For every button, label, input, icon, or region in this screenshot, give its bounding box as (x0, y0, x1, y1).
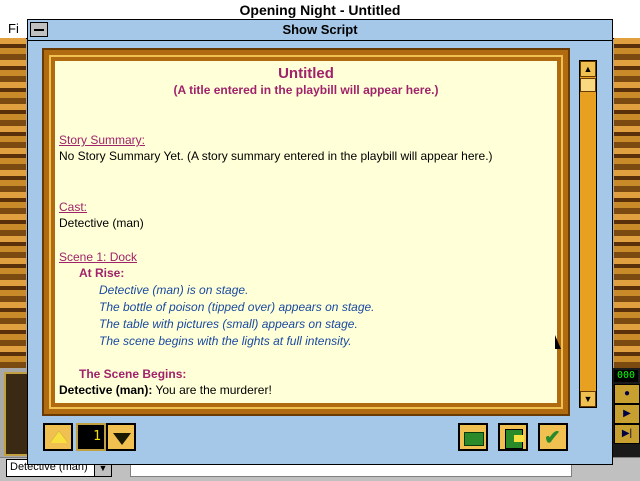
app-title: Opening Night - Untitled (239, 2, 401, 18)
floppy-disk-icon (505, 429, 524, 449)
dialogue-character: Detective (man): (59, 383, 153, 397)
dialog-title: Show Script (282, 22, 358, 37)
stage-direction: The table with pictures (small) appears … (99, 317, 358, 331)
dialog-title-bar: Show Script (28, 20, 612, 41)
dialogue-text: You are the murderer! (155, 383, 272, 397)
mouse-cursor (555, 335, 561, 349)
script-title: Untitled (278, 65, 334, 82)
open-button[interactable] (458, 423, 488, 451)
stage-direction: Detective (man) is on stage. (99, 283, 249, 297)
script-frame: Untitled (A title entered in the playbil… (44, 50, 568, 414)
folder-icon (464, 432, 484, 446)
scroll-thumb[interactable] (580, 78, 596, 92)
summary-heading: Story Summary: (59, 133, 146, 147)
record-button[interactable]: ● (614, 384, 640, 404)
stage-direction: The bottle of poison (tipped over) appea… (99, 300, 375, 314)
triangle-down-icon (113, 433, 131, 445)
menu-file[interactable]: Fi (8, 21, 19, 36)
stage-curtain-left (0, 38, 26, 368)
previous-page-button[interactable] (43, 423, 73, 451)
skip-end-button[interactable]: ▶| (614, 424, 640, 444)
stage-direction: The scene begins with the lights at full… (99, 334, 352, 348)
scene-heading: Scene 1: Dock (59, 250, 138, 264)
summary-text: No Story Summary Yet. (A story summary e… (59, 149, 493, 163)
stage-curtain-right (614, 38, 640, 368)
script-subtitle: (A title entered in the playbill will ap… (173, 83, 439, 97)
cast-heading: Cast: (59, 200, 88, 214)
checkmark-icon: ✔ (544, 427, 561, 449)
dialog-button-bar: 1 ✔ (28, 418, 612, 458)
play-button[interactable]: ▶ (614, 404, 640, 424)
at-rise-heading: At Rise: (79, 266, 125, 280)
app-title-bar: Opening Night - Untitled (0, 0, 640, 21)
save-button[interactable] (498, 423, 528, 451)
scroll-down-button[interactable]: ▼ (580, 391, 596, 407)
playback-counter: 000 (614, 370, 638, 382)
vertical-scrollbar[interactable]: ▲ ▼ (579, 60, 597, 408)
scroll-up-button[interactable]: ▲ (580, 61, 596, 77)
cast-member: Detective (man) (59, 216, 144, 230)
ok-button[interactable]: ✔ (538, 423, 568, 451)
script-paper: Untitled (A title entered in the playbil… (55, 61, 557, 403)
page-counter: 1 (76, 423, 106, 451)
scene-begins-heading: The Scene Begins: (79, 367, 187, 381)
triangle-up-icon (50, 431, 68, 443)
show-script-dialog: Show Script Untitled (A title entered in… (27, 19, 613, 465)
dialogue-line: Detective (man): You are the murderer! (59, 383, 272, 397)
next-page-button[interactable] (106, 423, 136, 451)
